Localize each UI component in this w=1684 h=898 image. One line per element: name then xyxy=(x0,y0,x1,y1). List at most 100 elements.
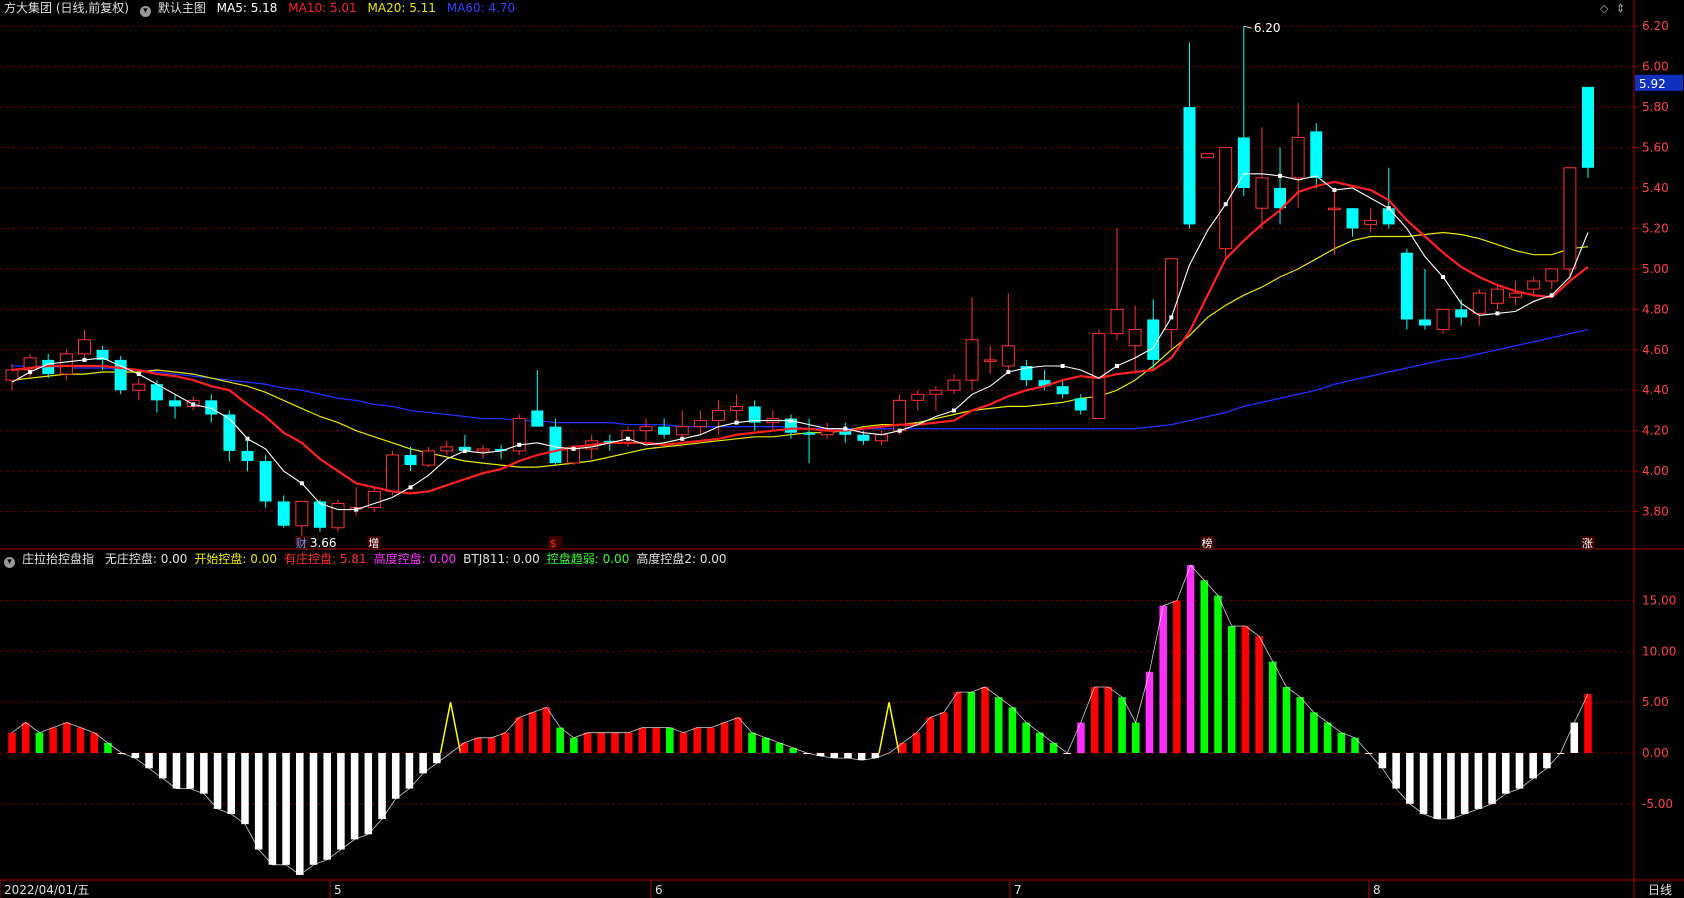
indicator-value-3: 高度控盘: 0.00 xyxy=(373,552,457,566)
ma5-marker xyxy=(734,420,739,425)
chart-name[interactable]: 默认主图 xyxy=(158,1,206,15)
indicator-bar xyxy=(1104,686,1113,754)
candle-body xyxy=(658,426,671,435)
event-marker: 增 xyxy=(368,536,379,550)
candle-body xyxy=(295,500,309,527)
indicator-yellow-peak xyxy=(439,702,462,754)
candle-body xyxy=(1436,308,1450,331)
indicator-bar xyxy=(693,727,701,754)
candle-body xyxy=(983,359,997,362)
stock-title[interactable]: 方大集团 (日线,前复权) xyxy=(4,1,129,15)
ma5-marker xyxy=(1441,274,1446,279)
main-tick-label: 6.20 xyxy=(1642,19,1669,33)
candle-body xyxy=(1310,131,1323,178)
indicator-bar xyxy=(35,732,44,754)
indicator-bar xyxy=(309,753,318,865)
indicator-bar xyxy=(1406,753,1414,804)
settings-icon[interactable]: ▾ xyxy=(139,6,151,17)
candle-body xyxy=(169,400,182,407)
candle-body xyxy=(1382,208,1395,225)
indicator-bar xyxy=(1118,697,1126,754)
candle-body xyxy=(59,353,73,375)
candle-body xyxy=(385,454,399,492)
ma5-marker xyxy=(843,426,848,431)
main-chart-header: 方大集团 (日线,前复权) ▾ 默认主图 MA5: 5.18 MA10: 5.01… xyxy=(4,0,522,17)
main-tick-label: 3.80 xyxy=(1642,505,1669,519)
candle-body xyxy=(1509,292,1523,298)
candle-body xyxy=(1056,386,1069,395)
indicator-bar xyxy=(844,753,852,759)
candle-body xyxy=(1346,208,1359,229)
indicator-bar xyxy=(1008,707,1017,754)
indicator-value-0: 无庄控盘: 0.00 xyxy=(104,552,188,566)
indicator-bar xyxy=(1488,753,1496,804)
ma5-marker xyxy=(354,507,359,512)
stock-chart[interactable]: 3.80 4.00 4.20 4.40 4.60 4.80 5.00 5.20 5.40 5.60… xyxy=(0,0,1684,898)
indicator-bar xyxy=(8,732,16,754)
main-tick-label: 4.00 xyxy=(1642,464,1669,478)
indicator-bar xyxy=(474,737,482,754)
candle-body xyxy=(1400,252,1413,320)
ma5-marker xyxy=(1549,293,1554,298)
indicator-bar xyxy=(364,753,373,835)
indicator-tick-label: 5.00 xyxy=(1642,695,1669,709)
ma10-value: MA10: 5.01 xyxy=(288,1,357,15)
candle-body xyxy=(1128,329,1142,347)
indicator-bar xyxy=(200,753,208,794)
ma5-marker xyxy=(1115,363,1120,368)
candle-body xyxy=(549,426,562,464)
candle-body xyxy=(277,501,290,526)
indicator-bar xyxy=(912,732,921,754)
indicator-bar xyxy=(268,753,277,865)
ma5-marker xyxy=(28,370,33,375)
indicator-bar xyxy=(748,732,756,754)
indicator-tick-label: 15.00 xyxy=(1642,594,1676,608)
indicator-settings-icon[interactable]: ▾ xyxy=(4,557,15,568)
period-label[interactable]: 日线 xyxy=(1648,883,1672,897)
indicator-bar xyxy=(1022,722,1030,754)
indicator-bar xyxy=(323,753,331,860)
candle-body xyxy=(1327,207,1341,211)
event-marker: $ xyxy=(549,537,556,550)
ma5-marker xyxy=(951,408,956,413)
indicator-name[interactable]: 庄拉抬控盘指 xyxy=(22,552,94,566)
candle-body xyxy=(259,461,272,502)
ma5-marker xyxy=(571,446,576,451)
candle-body xyxy=(440,446,454,452)
candle-body xyxy=(675,426,689,436)
ma5-marker xyxy=(1060,363,1065,368)
diamond-icon[interactable]: ◇ xyxy=(1600,2,1608,15)
indicator-bar xyxy=(21,722,30,754)
ma60-line xyxy=(12,328,1589,430)
event-marker: 涨 xyxy=(1582,537,1593,550)
indicator-bar xyxy=(583,732,592,754)
indicator-bar xyxy=(1145,671,1154,754)
main-tick-label: 5.20 xyxy=(1642,221,1669,235)
candle-body xyxy=(1255,177,1269,209)
indicator-bar xyxy=(186,753,194,789)
indicator-bar xyxy=(761,737,770,754)
indicator-bar xyxy=(953,692,962,754)
indicator-bar xyxy=(638,727,647,754)
ma5-marker xyxy=(299,481,304,486)
indicator-bar xyxy=(1241,626,1250,754)
indicator-bar xyxy=(556,727,564,754)
indicator-bar xyxy=(1584,694,1592,754)
indicator-bar xyxy=(76,727,85,754)
indicator-bar xyxy=(1077,722,1085,754)
expand-icon[interactable]: ⇕ xyxy=(1616,2,1625,15)
candle-body xyxy=(965,339,979,381)
indicator-bar xyxy=(1433,753,1442,820)
indicator-bar xyxy=(296,753,304,875)
indicator-bar xyxy=(1159,605,1167,754)
indicator-bar xyxy=(241,753,249,825)
indicator-bar xyxy=(857,753,866,761)
indicator-bar xyxy=(1570,722,1579,754)
indicator-bar xyxy=(405,753,414,789)
indicator-bar xyxy=(1310,712,1318,754)
candle-body xyxy=(947,379,961,391)
time-label: 5 xyxy=(334,883,342,897)
time-label: 2022/04/01/五 xyxy=(4,883,89,897)
indicator-bar xyxy=(652,727,660,754)
indicator-bar xyxy=(707,727,715,754)
